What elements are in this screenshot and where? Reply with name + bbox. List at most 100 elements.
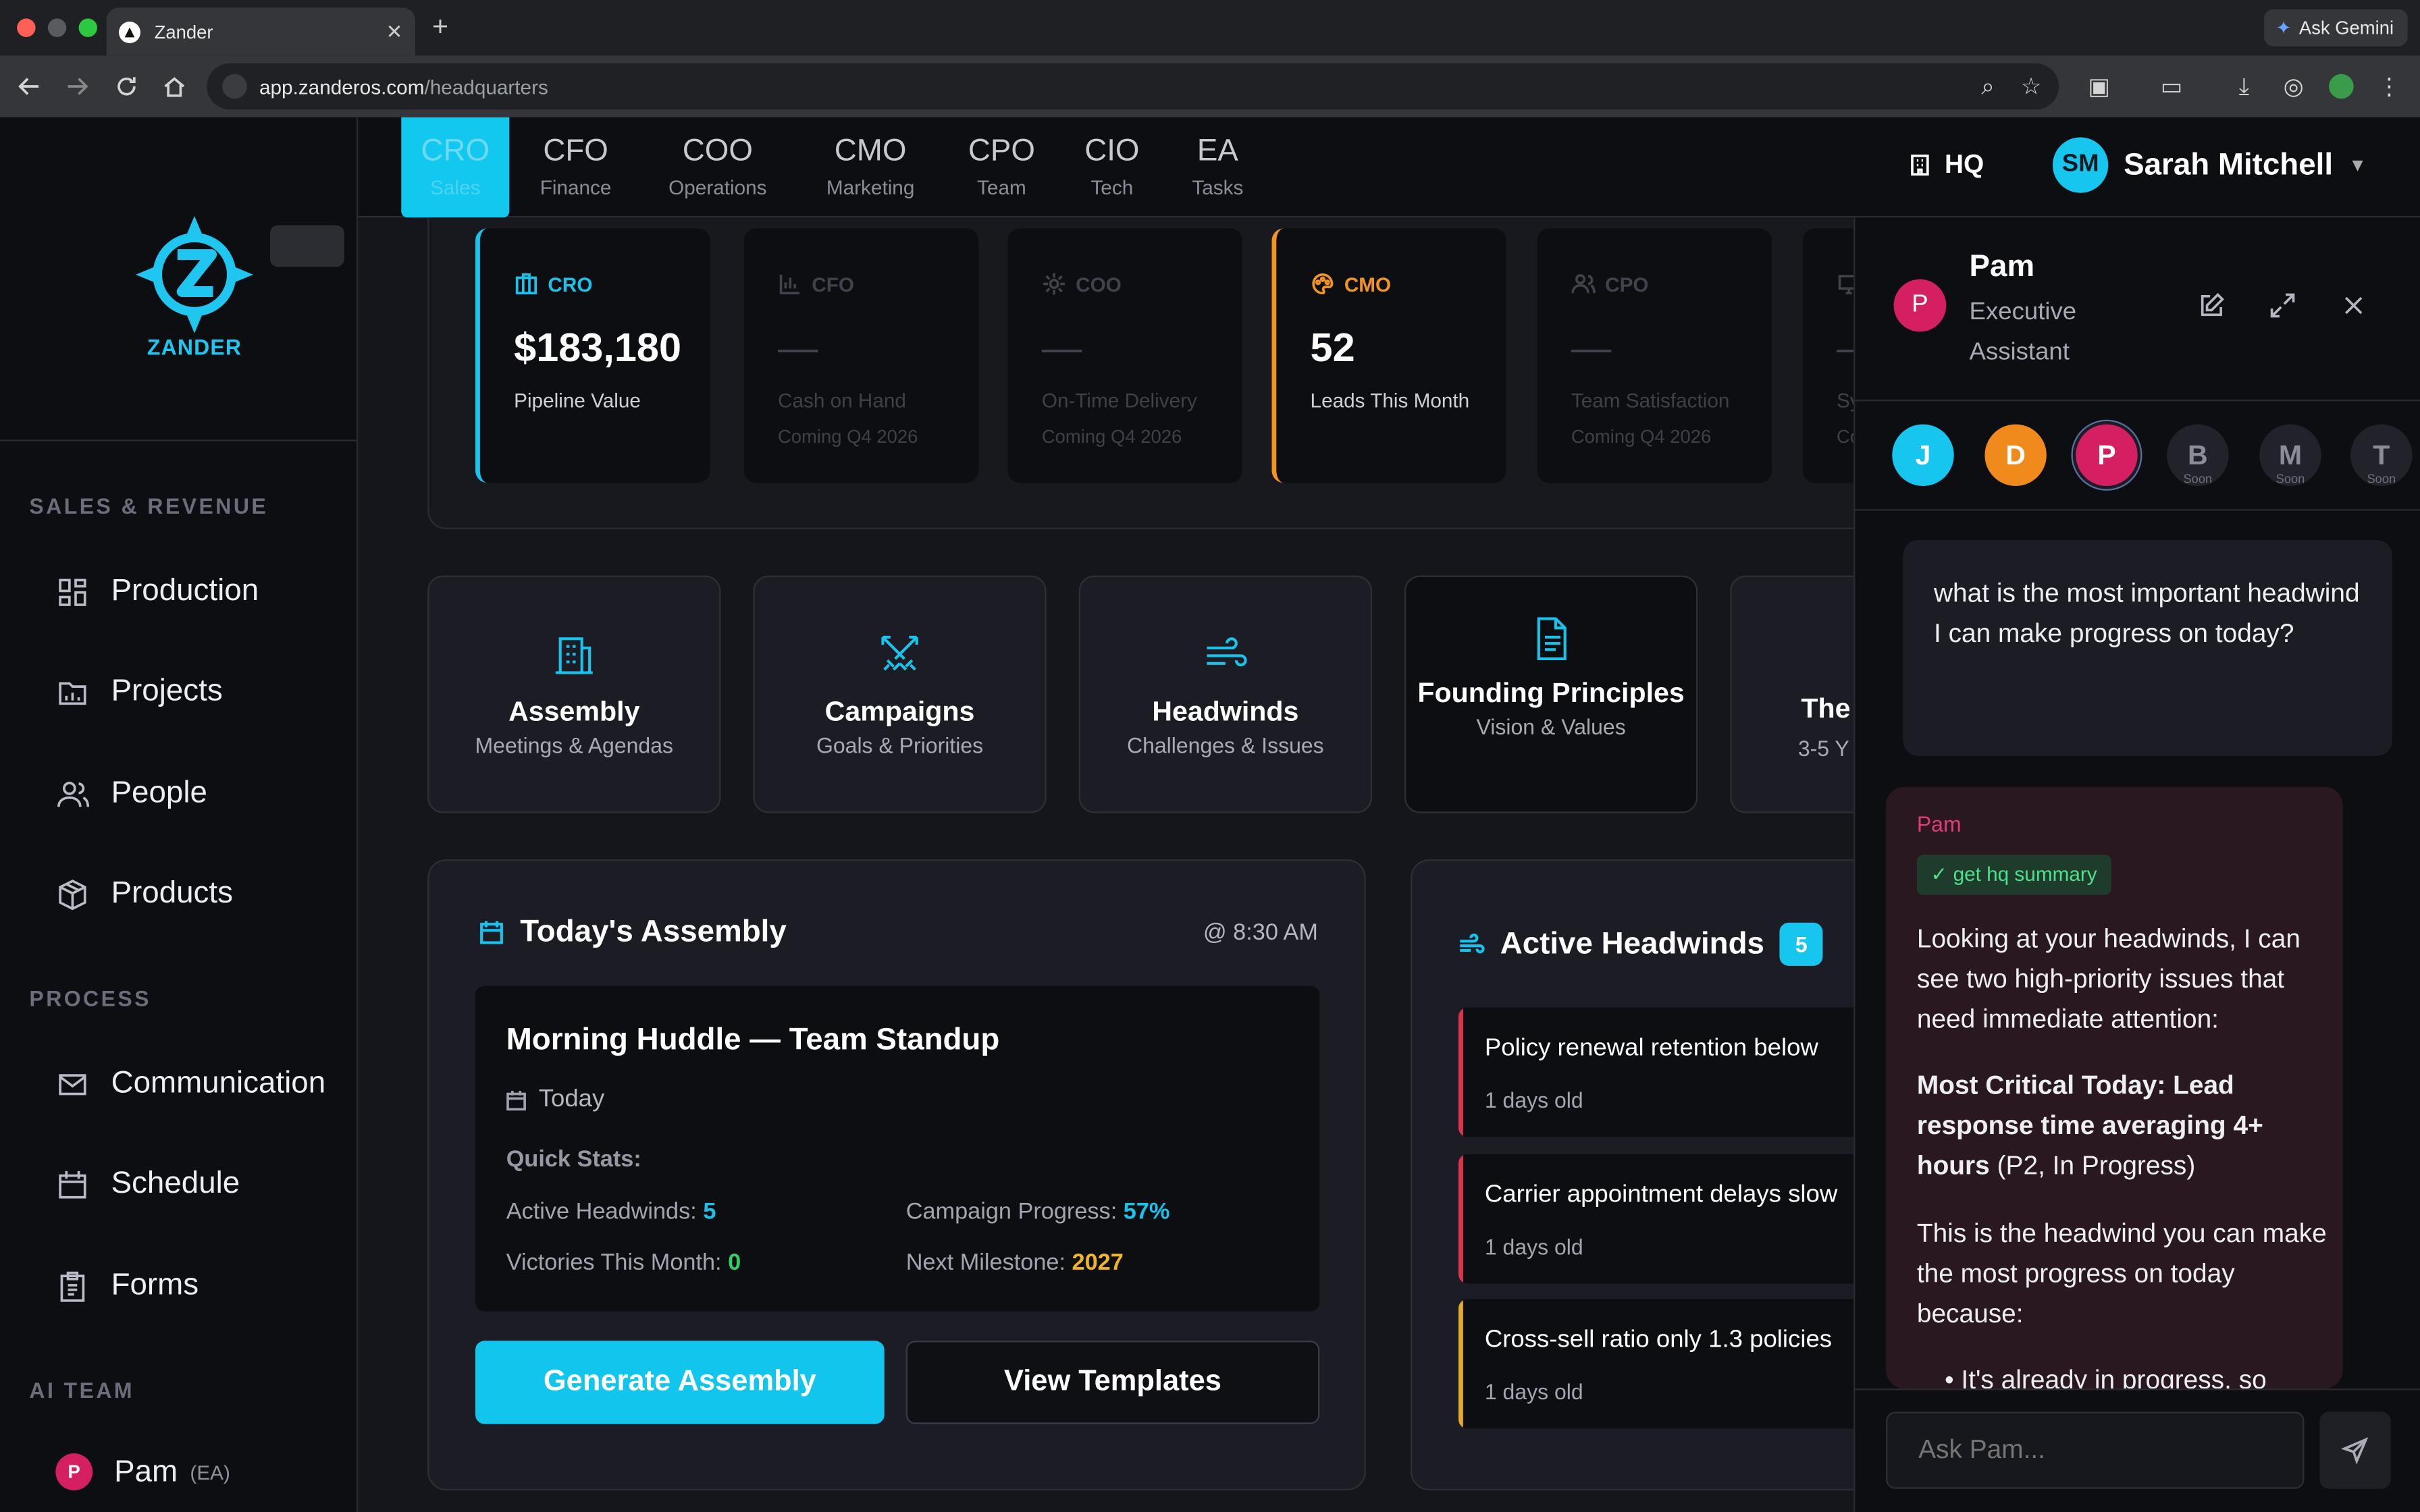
ask-gemini-label: Ask Gemini <box>2298 17 2394 39</box>
metric-value: — <box>1571 323 1612 371</box>
reload-icon[interactable] <box>111 71 142 102</box>
sidebar-item-forms[interactable]: Forms <box>55 1268 199 1304</box>
ask-gemini-button[interactable]: ✦ Ask Gemini <box>2263 9 2408 47</box>
sidebar-item-projects[interactable]: Projects <box>55 674 223 710</box>
headwind-item[interactable]: Carrier appointment delays slow 1 days o… <box>1458 1154 1922 1284</box>
tab-coo[interactable]: COO Operations <box>660 117 774 218</box>
forward-icon[interactable] <box>61 71 93 102</box>
logo-wordmark: ZANDER <box>147 334 242 360</box>
download-icon[interactable]: ⤓ <box>2229 71 2260 102</box>
url-field[interactable]: app.zanderos.com/headquarters <box>207 63 2059 110</box>
zander-logo-icon[interactable] <box>130 213 259 342</box>
headwind-item[interactable]: Cross-sell ratio only 1.3 policies 1 day… <box>1458 1299 1922 1429</box>
assistant-avatar-j[interactable]: J <box>1886 424 1960 486</box>
meeting-date: Today <box>506 1086 604 1114</box>
sidebar-item-products[interactable]: Products <box>55 876 233 912</box>
card-subtitle: Goals & Priorities <box>816 732 984 758</box>
browser-tab[interactable]: Zander ✕ <box>106 7 415 56</box>
view-templates-button[interactable]: View Templates <box>905 1341 1320 1424</box>
sidebar-item-pam[interactable]: P Pam (EA) <box>55 1453 230 1490</box>
metric-card-cmo[interactable]: CMO 52 Leads This Month <box>1271 228 1506 483</box>
stat-victories: Victories This Month: 0 <box>506 1249 741 1276</box>
favicon-icon <box>118 20 140 43</box>
minimize-window-button[interactable] <box>47 18 67 37</box>
metric-card-coo[interactable]: COO — On-Time Delivery Coming Q4 2026 <box>1007 228 1242 483</box>
assistant-avatar-m: M Soon <box>2253 424 2327 486</box>
sidebar-item-schedule[interactable]: Schedule <box>55 1166 240 1202</box>
stat-next-milestone: Next Milestone: 2027 <box>905 1249 1124 1276</box>
zoom-window-button[interactable] <box>78 18 97 37</box>
metric-label: CFO <box>778 271 854 296</box>
generate-assembly-button[interactable]: Generate Assembly <box>475 1341 885 1424</box>
assembly-card[interactable]: Assembly Meetings & Agendas <box>427 575 721 813</box>
chat-input[interactable] <box>1886 1411 2305 1489</box>
assistant-avatar-d[interactable]: D <box>1978 424 2053 486</box>
edit-icon[interactable] <box>2198 292 2229 323</box>
new-tab-button[interactable]: + <box>432 11 448 43</box>
close-tab-icon[interactable]: ✕ <box>386 20 403 45</box>
bookmark-star-icon[interactable]: ☆ <box>2016 71 2047 102</box>
tab-cmo[interactable]: CMO Marketing <box>815 117 926 218</box>
close-window-button[interactable] <box>17 18 36 37</box>
tab-cio[interactable]: CIO Tech <box>1077 117 1147 218</box>
founding-principles-card[interactable]: Founding Principles Vision & Values <box>1404 575 1698 813</box>
browser-tab-bar: Zander ✕ + ✦ Ask Gemini <box>0 0 2420 56</box>
headwind-text: Policy renewal retention below <box>1484 1035 1818 1062</box>
metric-label: CPO <box>1571 271 1649 296</box>
headwind-text: Carrier appointment delays slow <box>1484 1181 1838 1208</box>
pam-role: (EA) <box>190 1460 230 1484</box>
tab-title: Zander <box>154 20 213 43</box>
assistant-message: Pam ✓ get hq summary Looking at your hea… <box>1886 786 2343 1389</box>
metric-coming-soon: Coming Q4 2026 <box>1571 425 1712 448</box>
assembly-header: Today's Assembly <box>479 915 787 950</box>
headwinds-card[interactable]: Headwinds Challenges & Issues <box>1078 575 1372 813</box>
tab-cro[interactable]: CRO Sales <box>401 117 510 218</box>
metric-label: CMO <box>1311 271 1391 296</box>
close-icon[interactable] <box>2340 292 2371 323</box>
chevron-down-icon: ▼ <box>2348 154 2367 176</box>
sidebar-item-people[interactable]: People <box>55 776 207 812</box>
zoom-icon[interactable]: ⌕ <box>1972 71 2003 102</box>
send-button[interactable] <box>2319 1411 2391 1489</box>
sync-icon[interactable]: ◎ <box>2278 71 2309 102</box>
sidebar-item-production[interactable]: Production <box>55 574 259 610</box>
swords-icon <box>881 635 918 671</box>
sidebar-collapse-button[interactable] <box>269 225 344 267</box>
back-icon[interactable] <box>14 71 45 102</box>
card-title: Founding Principles <box>1417 677 1685 709</box>
assistant-avatar-p[interactable]: P <box>2070 424 2144 486</box>
metric-card-cro[interactable]: CRO $183,180 Pipeline Value <box>475 228 710 483</box>
metric-card-cpo[interactable]: CPO — Team Satisfaction Coming Q4 2026 <box>1537 228 1772 483</box>
metric-value: — <box>777 323 818 371</box>
priority-bar <box>1458 1154 1463 1284</box>
stat-campaign-progress: Campaign Progress: 57% <box>905 1198 1170 1225</box>
browser-menu-icon[interactable]: ⋮ <box>2373 71 2404 102</box>
chat-header: P Pam Executive Assistant <box>1855 217 2420 402</box>
tab-sub: Tech <box>1090 176 1134 199</box>
profile-icon[interactable] <box>2326 71 2357 102</box>
metric-desc: Team Satisfaction <box>1571 388 1730 412</box>
headwinds-count-badge: 5 <box>1779 922 1823 966</box>
bar-chart-icon <box>779 274 799 295</box>
meeting-card[interactable]: Morning Huddle — Team Standup Today Quic… <box>475 986 1320 1312</box>
assembly-time: @ 8:30 AM <box>1203 919 1318 946</box>
cast-icon[interactable]: ▭ <box>2156 71 2187 102</box>
card-title: Assembly <box>508 695 640 727</box>
headwind-text: Cross-sell ratio only 1.3 policies <box>1484 1326 1833 1353</box>
sidebar-item-communication[interactable]: Communication <box>55 1066 325 1102</box>
site-info-icon[interactable] <box>222 74 247 99</box>
card-subtitle: Challenges & Issues <box>1126 732 1324 758</box>
extensions-icon[interactable]: ▣ <box>2084 71 2115 102</box>
metric-card-cfo[interactable]: CFO — Cash on Hand Coming Q4 2026 <box>743 228 979 483</box>
tab-cfo[interactable]: CFO Finance <box>526 117 625 218</box>
hq-link[interactable]: HQ <box>1908 150 1984 181</box>
home-icon[interactable] <box>159 71 190 102</box>
expand-icon[interactable] <box>2269 292 2300 323</box>
headwind-item[interactable]: Policy renewal retention below 1 days ol… <box>1458 1007 1922 1137</box>
section-title-ai-team: AI TEAM <box>29 1378 134 1403</box>
user-menu[interactable]: SM Sarah Mitchell ▼ <box>2052 137 2367 193</box>
tab-ea[interactable]: EA Tasks <box>1184 117 1252 218</box>
campaigns-card[interactable]: Campaigns Goals & Priorities <box>753 575 1047 813</box>
pam-avatar: P <box>55 1453 93 1490</box>
tab-cpo[interactable]: CPO Team <box>962 117 1042 218</box>
